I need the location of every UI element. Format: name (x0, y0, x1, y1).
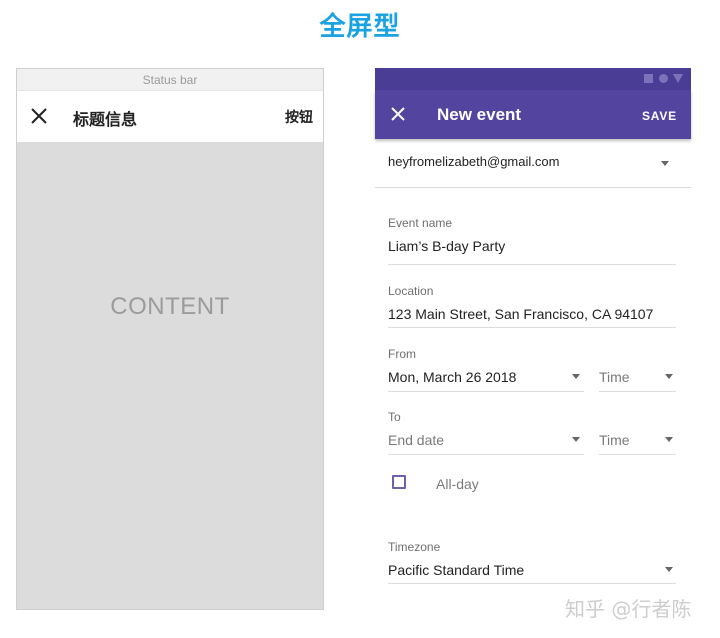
watermark: 知乎 @行者陈 (565, 597, 692, 621)
app-bar: New event SAVE (375, 90, 691, 139)
wireframe-title: 标题信息 (73, 110, 138, 129)
root: 全屏型 Status bar 标题信息 按钮 CONTENT New event… (0, 0, 720, 638)
event-name-label: Event name (388, 216, 453, 230)
square-icon (644, 74, 653, 83)
all-day-checkbox[interactable] (392, 475, 406, 489)
divider (375, 187, 691, 188)
wireframe-toolbar: 标题信息 按钮 (17, 91, 323, 142)
app-bar-title: New event (437, 105, 522, 124)
circle-icon (659, 74, 668, 83)
to-date-underline (388, 454, 584, 455)
chevron-down-icon[interactable] (572, 374, 580, 379)
timezone-select[interactable]: Pacific Standard Time (388, 562, 524, 578)
location-label: Location (388, 284, 434, 298)
to-date-select[interactable]: End date (388, 432, 444, 448)
triangle-icon (673, 74, 683, 83)
save-button[interactable]: SAVE (642, 109, 677, 123)
event-form-phone: New event SAVE heyfromelizabeth@gmail.co… (375, 68, 691, 610)
event-name-underline (388, 264, 676, 265)
wireframe-action-button[interactable]: 按钮 (285, 107, 313, 127)
account-select[interactable]: heyfromelizabeth@gmail.com (388, 154, 559, 169)
from-date-select[interactable]: Mon, March 26 2018 (388, 369, 516, 385)
status-bar (375, 68, 691, 90)
wireframe-status-bar: Status bar (17, 69, 323, 91)
to-time-select[interactable]: Time (599, 432, 630, 448)
from-label: From (388, 347, 416, 361)
chevron-down-icon[interactable] (661, 161, 669, 166)
wireframe-phone: Status bar 标题信息 按钮 CONTENT (16, 68, 324, 610)
to-time-underline (599, 454, 676, 455)
timezone-label: Timezone (388, 540, 441, 554)
from-date-underline (388, 391, 584, 392)
chevron-down-icon[interactable] (665, 437, 673, 442)
close-icon[interactable] (29, 106, 49, 126)
timezone-underline (388, 583, 676, 584)
to-label: To (388, 410, 401, 424)
close-icon[interactable] (390, 106, 406, 122)
chevron-down-icon[interactable] (665, 374, 673, 379)
event-name-field[interactable]: Liam’s B-day Party (388, 238, 505, 254)
chevron-down-icon[interactable] (665, 567, 673, 572)
from-time-underline (599, 391, 676, 392)
page-title: 全屏型 (319, 12, 401, 42)
location-underline (388, 327, 676, 328)
from-time-select[interactable]: Time (599, 369, 630, 385)
all-day-label: All-day (436, 476, 479, 492)
wireframe-content: CONTENT (110, 293, 230, 320)
chevron-down-icon[interactable] (572, 437, 580, 442)
location-field[interactable]: 123 Main Street, San Francisco, CA 94107 (388, 306, 653, 322)
